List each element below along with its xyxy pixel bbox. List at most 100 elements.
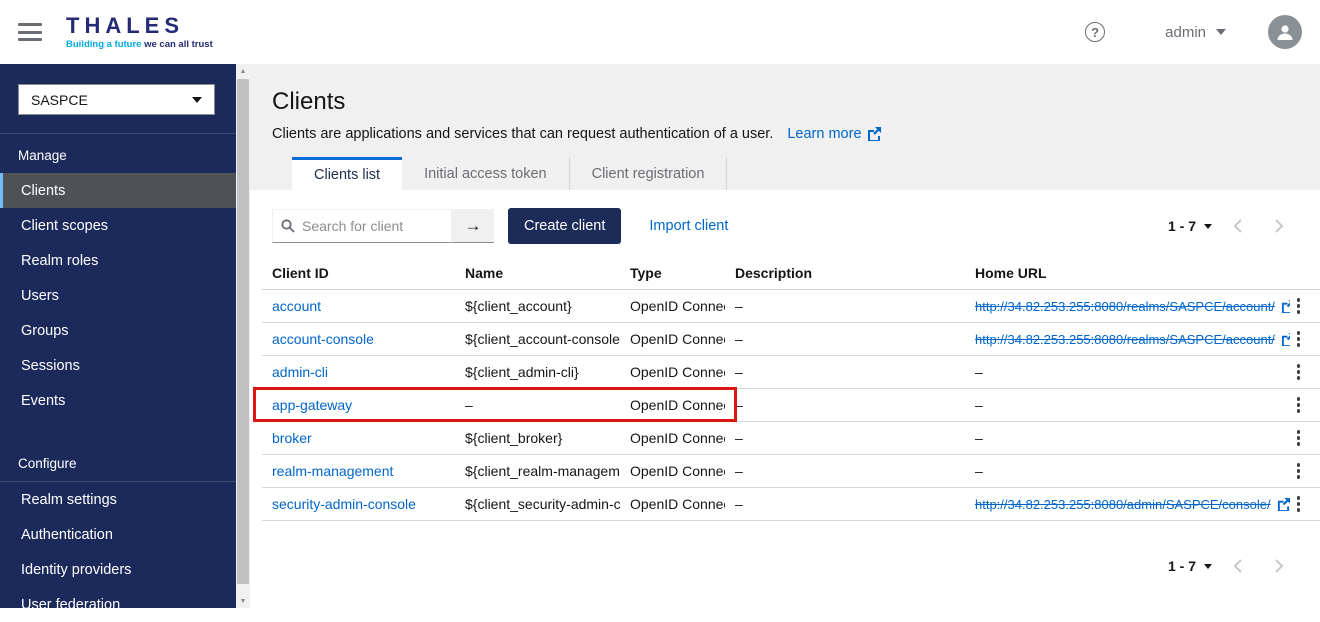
sidebar-scrollbar[interactable]: ▲ ▼ [236,64,250,608]
home-url-cell: – [965,430,1290,446]
sidebar-item-identity-providers[interactable]: Identity providers [0,552,236,587]
search-input[interactable] [302,218,442,234]
external-link-icon [1277,498,1290,511]
scrollbar-up-arrow-icon[interactable]: ▲ [236,64,250,78]
client-id-link[interactable]: account [272,298,321,314]
actions-cell [1290,327,1320,351]
actions-cell [1290,393,1320,417]
type-cell: OpenID Connect [620,463,725,479]
pagination-prev-button[interactable] [1220,551,1254,581]
scrollbar-thumb[interactable] [237,79,249,584]
pagination-next-button[interactable] [1262,211,1296,241]
kebab-menu-icon[interactable] [1291,459,1307,483]
scrollbar-down-arrow-icon[interactable]: ▼ [236,594,250,608]
home-url-link[interactable]: http://34.82.253.255:8080/realms/SASPCE/… [975,299,1290,314]
kebab-menu-icon[interactable] [1291,426,1307,450]
column-header-type: Type [620,265,725,281]
description-cell: – [725,496,965,512]
client-id-cell: account [262,298,455,314]
actions-cell [1290,360,1320,384]
user-icon [1275,22,1295,42]
home-url-link[interactable]: http://34.82.253.255:8080/admin/SASPCE/c… [975,497,1290,512]
client-id-link[interactable]: realm-management [272,463,393,479]
sidebar-nav: ManageClientsClient scopesRealm rolesUse… [0,134,236,622]
thales-logo: THALES Building a future we can all trus… [66,15,213,50]
pagination-range-dropdown[interactable]: 1 - 7 [1168,218,1212,234]
sidebar-item-realm-settings[interactable]: Realm settings [0,482,236,517]
client-id-link[interactable]: app-gateway [272,397,352,413]
bottom-pagination: 1 - 7 [250,521,1320,581]
learn-more-link[interactable]: Learn more [787,126,880,142]
actions-cell [1290,492,1320,516]
kebab-menu-icon[interactable] [1291,327,1307,351]
nav-section-label-manage: Manage [0,134,236,173]
column-header-home-url: Home URL [965,265,1290,281]
client-id-link[interactable]: security-admin-console [272,496,416,512]
main-content: Clients Clients are applications and ser… [250,64,1320,608]
table-row: account${client_account}OpenID Connect–h… [262,290,1320,323]
home-url-cell: http://34.82.253.255:8080/realms/SASPCE/… [965,298,1290,314]
table-header-row: Client IDNameTypeDescriptionHome URL [262,256,1320,290]
description-cell: – [725,331,965,347]
clients-table: Client IDNameTypeDescriptionHome URL acc… [262,256,1320,521]
kebab-menu-icon[interactable] [1291,492,1307,516]
kebab-menu-icon[interactable] [1291,393,1307,417]
user-menu-dropdown[interactable]: admin [1165,24,1226,41]
realm-selector[interactable]: SASPCE [18,84,215,115]
client-id-cell: security-admin-console [262,496,455,512]
type-cell: OpenID Connect [620,397,725,413]
sidebar-item-groups[interactable]: Groups [0,313,236,348]
client-id-cell: admin-cli [262,364,455,380]
logo-brand-text: THALES [66,15,213,37]
client-id-link[interactable]: account-console [272,331,374,347]
description-cell: – [725,364,965,380]
external-link-icon [1281,333,1290,346]
search-box [272,209,452,243]
home-url-cell: – [965,364,1290,380]
hamburger-menu-icon[interactable] [18,23,42,41]
tab-clients-list[interactable]: Clients list [292,157,402,190]
name-cell: – [455,397,620,413]
import-client-link[interactable]: Import client [649,218,728,234]
home-url-text: http://34.82.253.255:8080/realms/SASPCE/… [975,332,1275,347]
external-link-icon [1281,300,1290,313]
description-cell: – [725,430,965,446]
sidebar-item-authentication[interactable]: Authentication [0,517,236,552]
kebab-menu-icon[interactable] [1291,360,1307,384]
sidebar-item-events[interactable]: Events [0,383,236,418]
logo-tagline: Building a future we can all trust [66,40,213,50]
name-cell: ${client_admin-cli} [455,364,620,380]
description-cell: – [725,298,965,314]
client-id-link[interactable]: admin-cli [272,364,328,380]
client-id-link[interactable]: broker [272,430,312,446]
nav-section-label-configure: Configure [0,442,236,482]
search-submit-button[interactable]: → [452,209,494,243]
tab-client-registration[interactable]: Client registration [570,157,728,190]
pagination-next-button[interactable] [1262,551,1296,581]
pagination-range-dropdown[interactable]: 1 - 7 [1168,558,1212,574]
sidebar-item-users[interactable]: Users [0,278,236,313]
home-url-cell: – [965,463,1290,479]
create-client-button[interactable]: Create client [508,208,621,244]
home-url-text: http://34.82.253.255:8080/realms/SASPCE/… [975,299,1275,314]
help-icon[interactable]: ? [1085,22,1105,42]
home-url-cell: http://34.82.253.255:8080/admin/SASPCE/c… [965,496,1290,512]
tab-initial-access-token[interactable]: Initial access token [402,157,570,190]
avatar[interactable] [1268,15,1302,49]
sidebar-item-realm-roles[interactable]: Realm roles [0,243,236,278]
pagination-prev-button[interactable] [1220,211,1254,241]
type-cell: OpenID Connect [620,364,725,380]
table-row: broker${client_broker}OpenID Connect–– [262,422,1320,455]
sidebar-item-client-scopes[interactable]: Client scopes [0,208,236,243]
user-menu-label: admin [1165,24,1206,41]
table-row: realm-management${client_realm-manageme.… [262,455,1320,488]
home-url-cell: – [965,397,1290,413]
kebab-menu-icon[interactable] [1291,294,1307,318]
type-cell: OpenID Connect [620,331,725,347]
home-url-link[interactable]: http://34.82.253.255:8080/realms/SASPCE/… [975,332,1290,347]
sidebar-item-clients[interactable]: Clients [0,173,236,208]
client-id-cell: realm-management [262,463,455,479]
home-url-text: http://34.82.253.255:8080/admin/SASPCE/c… [975,497,1271,512]
sidebar-item-user-federation[interactable]: User federation [0,587,236,622]
sidebar-item-sessions[interactable]: Sessions [0,348,236,383]
